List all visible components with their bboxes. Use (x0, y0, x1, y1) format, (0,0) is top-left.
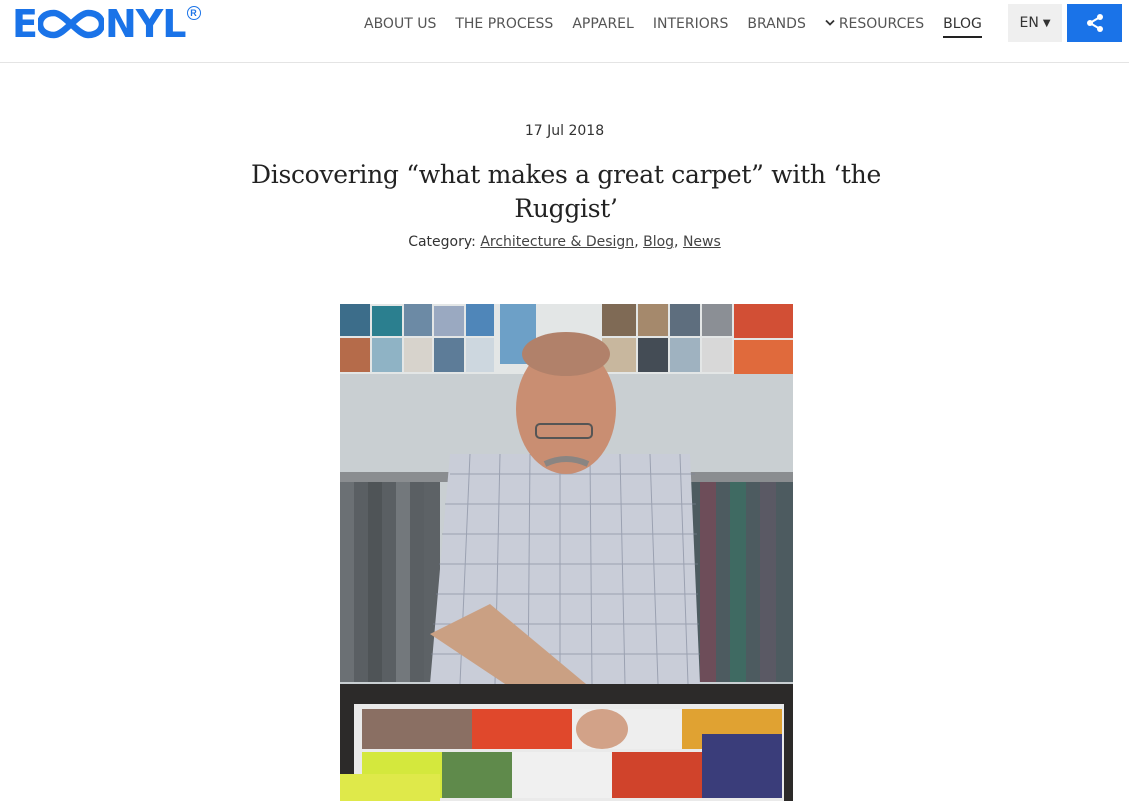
chevron-down-icon (825, 17, 835, 30)
share-button[interactable] (1067, 4, 1122, 42)
post-title: Discovering “what makes a great carpet” … (251, 160, 881, 223)
nav-about-us[interactable]: ABOUT US (364, 16, 436, 32)
infinity-logo-icon (37, 9, 104, 39)
nav-blog[interactable]: BLOG (943, 16, 982, 38)
category-link-blog[interactable]: Blog (643, 234, 674, 250)
nav-apparel[interactable]: APPAREL (572, 16, 634, 32)
registered-mark-icon: R (186, 6, 201, 20)
econyl-logo[interactable]: E NYL R (12, 4, 201, 44)
category-label: Category: (408, 234, 476, 250)
nav-interiors[interactable]: INTERIORS (653, 16, 729, 32)
logo-letters-nyl: NYL (104, 2, 187, 46)
main-nav: ABOUT US THE PROCESS APPAREL INTERIORS B… (364, 14, 1001, 38)
photo-man-with-carpet-samples-icon (340, 304, 793, 801)
category-link-architecture-design[interactable]: Architecture & Design (480, 234, 634, 250)
caret-down-icon: ▼ (1042, 17, 1051, 29)
language-label: EN (1019, 15, 1039, 31)
site-header: E NYL R ABOUT US THE PROCESS APPAREL INT… (0, 0, 1129, 63)
category-link-news[interactable]: News (683, 234, 721, 250)
nav-resources-label: RESOURCES (838, 16, 925, 32)
post-date: 17 Jul 2018 (524, 123, 605, 139)
featured-image (340, 304, 793, 801)
logo-letter-e: E (12, 2, 38, 46)
logo-wordmark: E NYL (12, 2, 187, 46)
nav-resources[interactable]: RESOURCES (825, 16, 924, 32)
nav-brands[interactable]: BRANDS (747, 16, 805, 32)
language-selector[interactable]: EN ▼ (1008, 4, 1062, 42)
nav-the-process[interactable]: THE PROCESS (455, 16, 553, 32)
share-icon (1086, 14, 1103, 32)
post-categories: Category: Architecture & Design, Blog, N… (408, 234, 721, 250)
